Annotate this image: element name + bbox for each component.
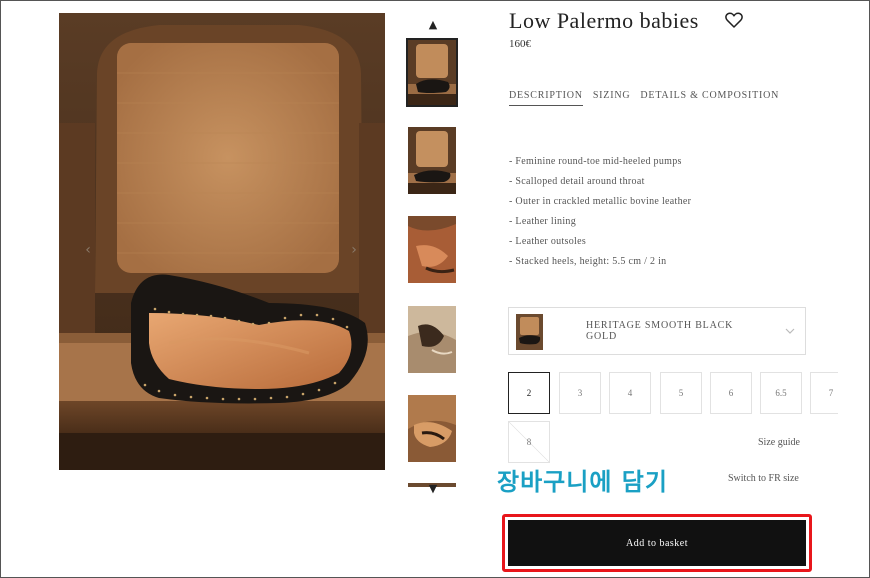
product-title: Low Palermo babies	[509, 8, 699, 33]
size-option-3[interactable]: 3	[559, 372, 601, 414]
size-option-8[interactable]: 8	[508, 421, 550, 463]
tab-details-composition[interactable]: DETAILS & COMPOSITION	[640, 90, 779, 106]
thumbnail-5[interactable]	[408, 395, 456, 462]
tab-sizing[interactable]: SIZING	[593, 90, 631, 106]
size-option-6[interactable]: 6	[710, 372, 752, 414]
next-image-icon[interactable]: ›	[346, 240, 362, 260]
thumbnail-scroll-down-icon[interactable]: ▼	[424, 482, 442, 496]
size-guide-link[interactable]: Size guide	[758, 437, 800, 448]
description-list: - Feminine round-toe mid-heeled pumps - …	[509, 152, 691, 272]
color-swatch	[516, 314, 543, 350]
size-option-5[interactable]: 5	[660, 372, 702, 414]
product-price: 160€	[509, 38, 531, 50]
thumbnail-scroll-up-icon[interactable]: ▲	[424, 18, 442, 32]
annotation-highlight-box	[502, 514, 812, 572]
tab-description[interactable]: DESCRIPTION	[509, 90, 583, 106]
description-item: - Outer in crackled metallic bovine leat…	[509, 196, 692, 207]
heart-icon[interactable]	[725, 12, 743, 28]
chevron-down-icon	[785, 328, 795, 334]
color-select-value: HERITAGE SMOOTH BLACK GOLD	[586, 320, 734, 342]
thumbnail-2[interactable]	[408, 127, 456, 194]
thumbnail-1[interactable]	[406, 38, 458, 107]
annotation-caption: 장바구니에 담기	[497, 468, 668, 496]
main-product-image[interactable]	[59, 13, 385, 470]
description-item: - Feminine round-toe mid-heeled pumps	[509, 156, 682, 167]
size-option-6-5[interactable]: 6.5	[760, 372, 802, 414]
thumbnail-4[interactable]	[408, 306, 456, 373]
size-option-4[interactable]: 4	[609, 372, 651, 414]
thumbnail-3[interactable]	[408, 216, 456, 283]
switch-size-link[interactable]: Switch to FR size	[728, 473, 799, 484]
size-options: 2 3 4 5 6 6.5 7	[500, 370, 838, 416]
size-option-2[interactable]: 2	[508, 372, 550, 414]
description-item: - Scalloped detail around throat	[509, 176, 645, 187]
size-option-7[interactable]: 7	[810, 372, 838, 414]
product-tabs: DESCRIPTION SIZING DETAILS & COMPOSITION	[509, 90, 779, 106]
prev-image-icon[interactable]: ‹	[80, 240, 96, 260]
description-item: - Leather outsoles	[509, 236, 587, 247]
description-item: - Leather lining	[509, 216, 576, 227]
description-item: - Stacked heels, height: 5.5 cm / 2 in	[509, 256, 667, 267]
color-select[interactable]: HERITAGE SMOOTH BLACK GOLD	[508, 307, 806, 355]
